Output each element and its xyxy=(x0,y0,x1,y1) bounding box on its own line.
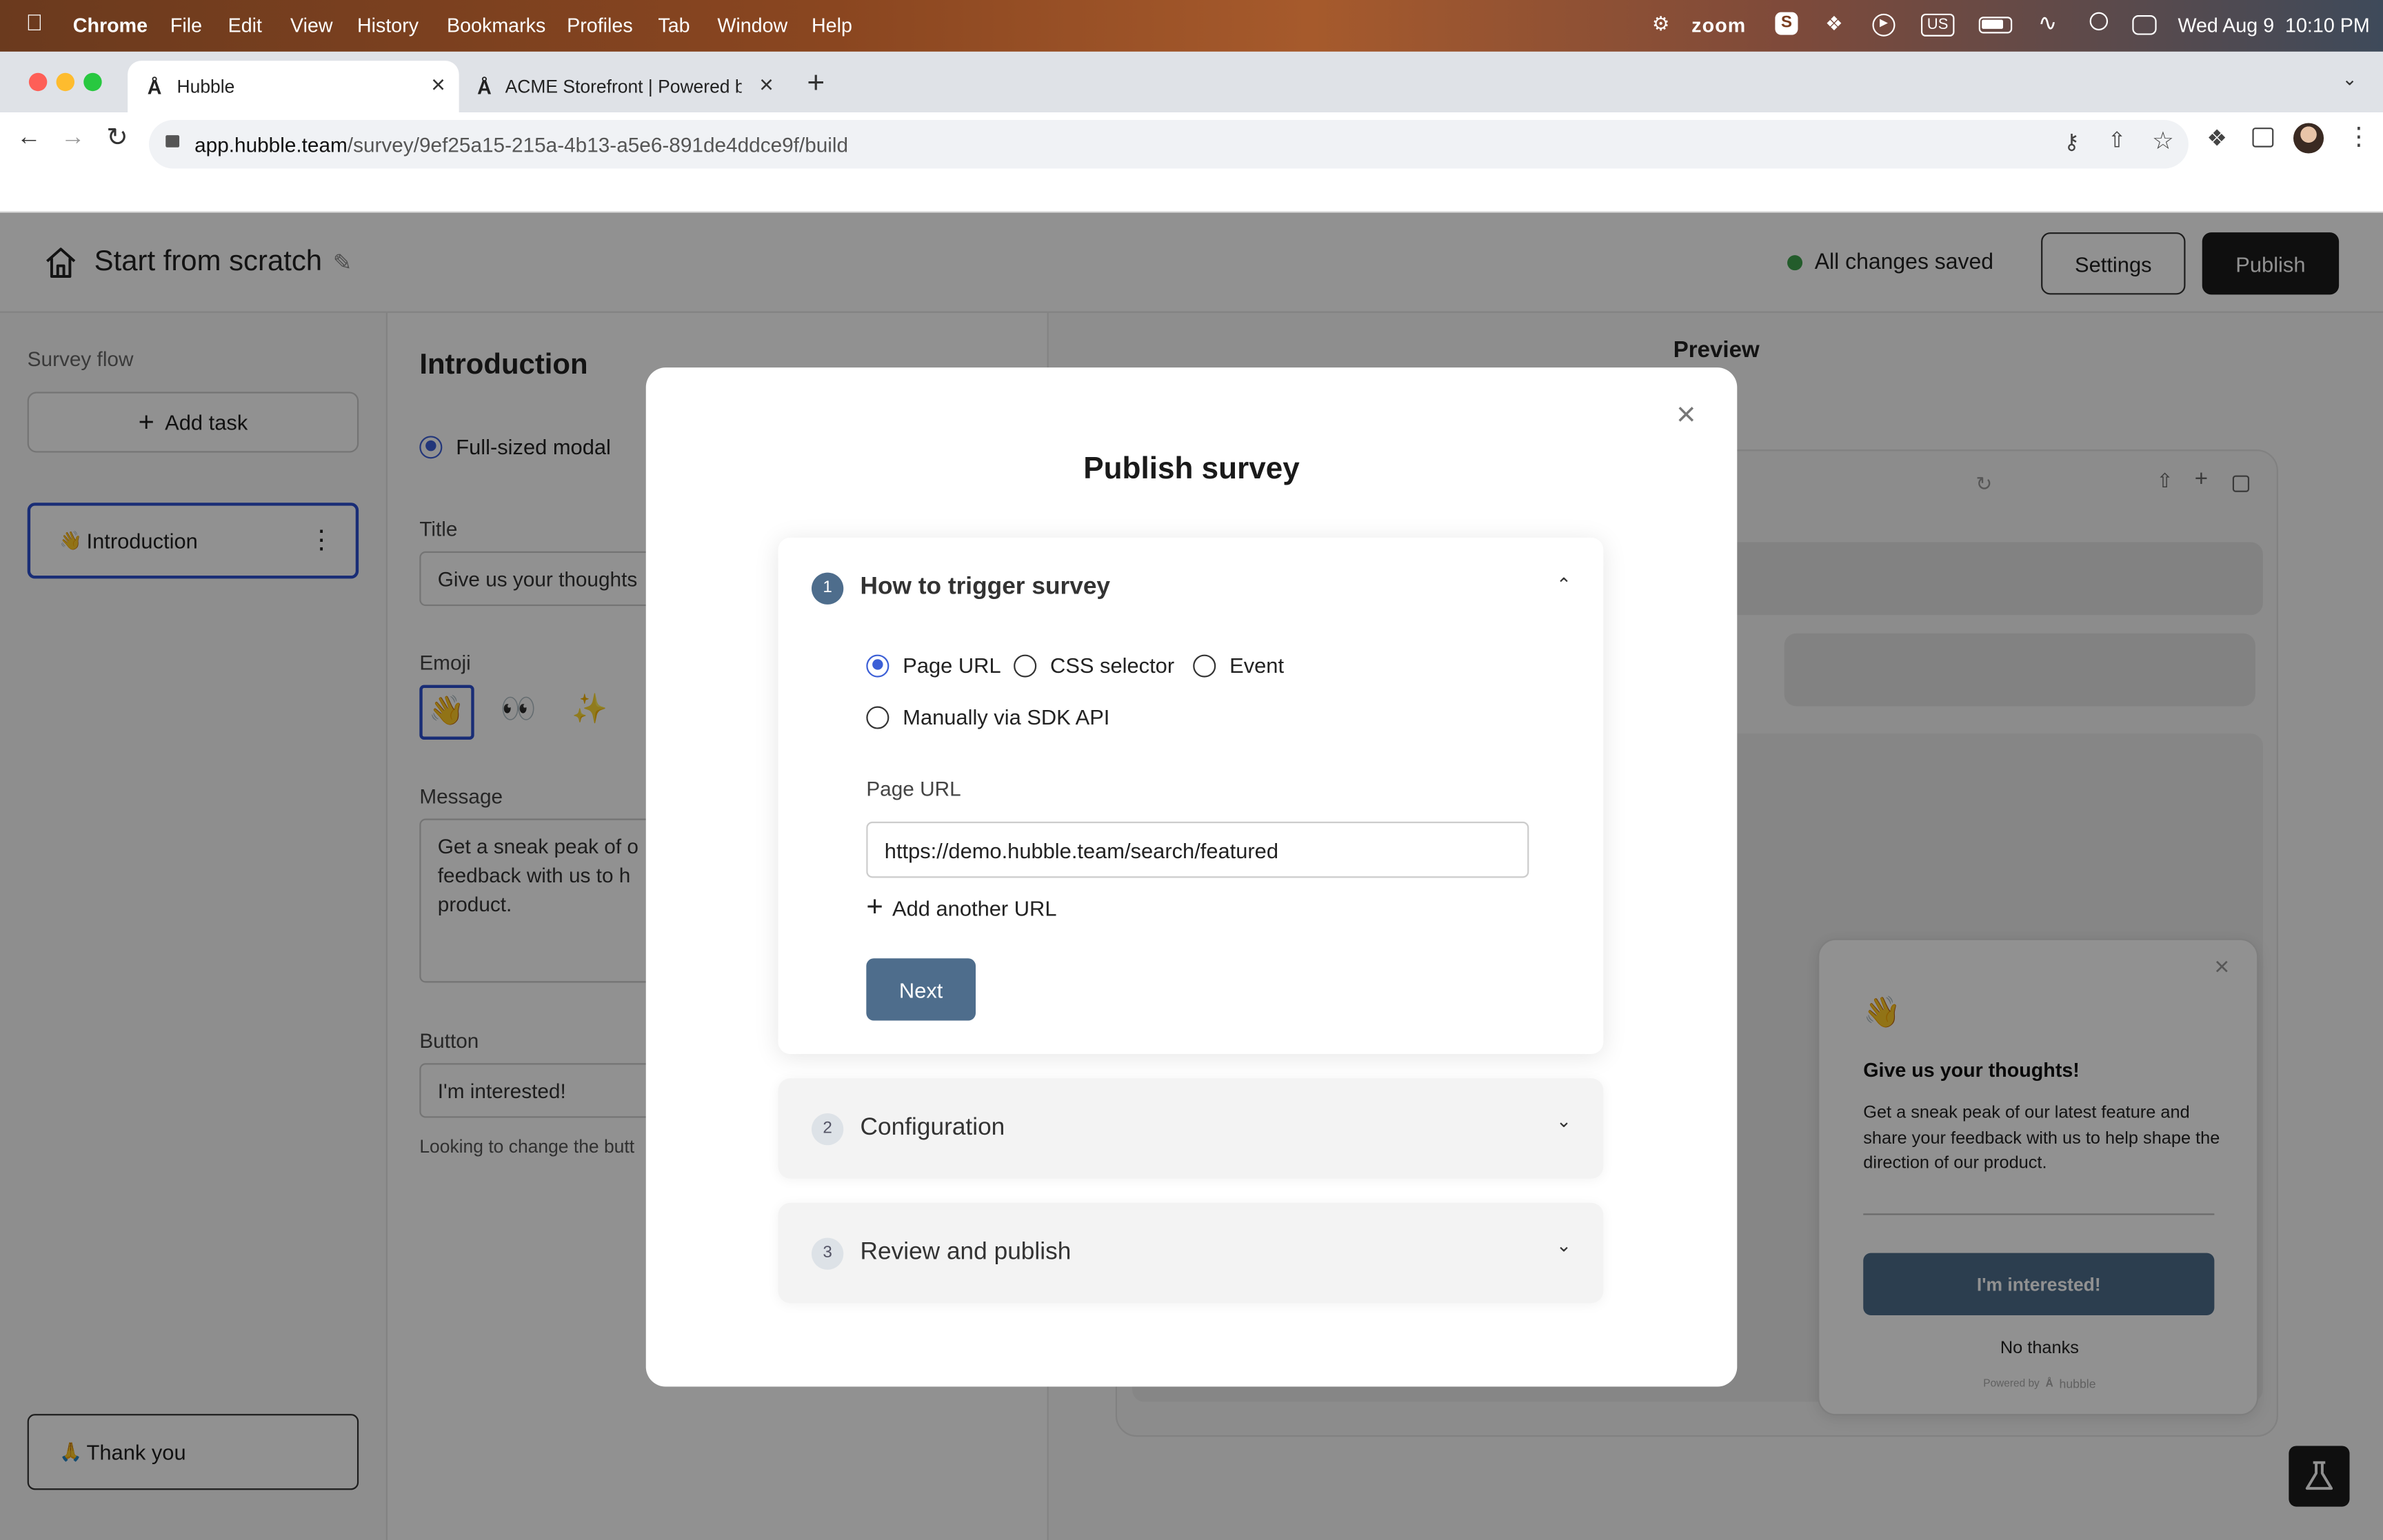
wifi-icon[interactable]: ∿ xyxy=(2038,9,2058,37)
page-url-label: Page URL xyxy=(866,778,961,801)
control-center-icon[interactable] xyxy=(2132,15,2157,35)
menu-bookmarks[interactable]: Bookmarks xyxy=(447,14,545,37)
share-icon[interactable]: ⇧ xyxy=(2108,128,2126,153)
step-title: Configuration xyxy=(860,1115,1005,1141)
window-minimize-button[interactable] xyxy=(56,72,75,92)
modal-close-icon[interactable]: × xyxy=(1676,395,1696,434)
step-number-badge: 1 xyxy=(811,571,844,604)
tab-title: Hubble xyxy=(177,76,235,98)
step-title: How to trigger survey xyxy=(860,574,1111,600)
browser-toolbar: ← → ↻ app.hubble.team/survey/9ef25a15-21… xyxy=(0,112,2383,213)
step-configuration-header[interactable]: 2 Configuration ⌄ xyxy=(811,1111,1571,1147)
menu-file[interactable]: File xyxy=(170,14,202,37)
lock-icon xyxy=(165,135,180,148)
step-configuration-card[interactable]: 2 Configuration ⌄ xyxy=(778,1078,1604,1179)
browser-menu-icon[interactable]: ⋮ xyxy=(2346,121,2371,152)
url-host: app.hubble.team xyxy=(194,132,348,156)
add-url-label: Add another URL xyxy=(892,895,1057,921)
trigger-option-page-url[interactable]: Page URL xyxy=(866,653,1001,678)
step-number-badge: 2 xyxy=(811,1112,844,1145)
macos-menubar:  Chrome File Edit View History Bookmark… xyxy=(0,0,2383,52)
tab-title: ACME Storefront | Powered by xyxy=(505,76,743,98)
step-number-badge: 3 xyxy=(811,1237,844,1269)
step-review-card[interactable]: 3 Review and publish ⌄ xyxy=(778,1202,1604,1304)
plus-icon: + xyxy=(866,891,883,924)
hubble-favicon-icon: Å xyxy=(147,75,162,99)
trigger-option-label: Event xyxy=(1229,653,1285,678)
menu-help[interactable]: Help xyxy=(812,14,852,37)
keyboard-input-source[interactable]: US xyxy=(1920,13,1955,37)
acme-favicon-icon: Å xyxy=(477,75,492,99)
menu-history[interactable]: History xyxy=(357,14,419,37)
zoom-status[interactable]: zoom xyxy=(1691,14,1746,37)
tab-close-icon[interactable]: × xyxy=(431,73,445,101)
sync-icon[interactable]: ⚙ xyxy=(1652,12,1670,37)
tab-search-chevron-icon[interactable]: ⌄ xyxy=(2342,68,2357,90)
tab-close-icon[interactable]: × xyxy=(759,73,774,101)
radio-unselected xyxy=(866,705,889,729)
step-review-header[interactable]: 3 Review and publish ⌄ xyxy=(811,1235,1571,1271)
next-button[interactable]: Next xyxy=(866,958,976,1021)
step-trigger-header[interactable]: 1 How to trigger survey ⌃ xyxy=(811,569,1571,606)
reload-icon[interactable]: ↻ xyxy=(106,123,128,153)
play-icon[interactable]: ▶ xyxy=(1872,13,1896,37)
back-arrow-icon[interactable]: ← xyxy=(17,125,41,152)
radio-selected xyxy=(866,654,889,677)
dropbox-icon[interactable]: ❖ xyxy=(1825,12,1843,37)
spotlight-search-icon[interactable] xyxy=(2089,12,2109,31)
radio-unselected xyxy=(1014,654,1037,677)
browser-tab-hubble[interactable]: Å Hubble × xyxy=(128,61,459,113)
chevron-down-icon[interactable]: ⌄ xyxy=(1556,1235,1571,1256)
forward-arrow-icon[interactable]: → xyxy=(61,125,85,152)
browser-tab-acme[interactable]: Å ACME Storefront | Powered by × xyxy=(461,61,787,112)
new-tab-icon[interactable]: + xyxy=(807,67,825,102)
menu-tab[interactable]: Tab xyxy=(658,14,690,37)
trigger-option-label: Manually via SDK API xyxy=(903,705,1110,729)
chevron-down-icon[interactable]: ⌄ xyxy=(1556,1111,1571,1132)
step-trigger-card: 1 How to trigger survey ⌃ Page URL CSS s… xyxy=(778,537,1604,1055)
extensions-puzzle-icon[interactable]: ❖ xyxy=(2206,125,2227,152)
menu-app-name[interactable]: Chrome xyxy=(73,14,148,37)
side-panel-icon[interactable] xyxy=(2252,128,2274,148)
address-bar[interactable]: app.hubble.team/survey/9ef25a15-215a-4b1… xyxy=(149,120,2189,169)
browser-tab-strip: Å Hubble × Å ACME Storefront | Powered b… xyxy=(0,51,2383,113)
apple-icon[interactable]:  xyxy=(26,10,43,36)
menubar-clock[interactable]: Wed Aug 9 10:10 PM xyxy=(2178,14,2369,37)
menu-view[interactable]: View xyxy=(290,14,333,37)
publish-survey-modal: × Publish survey 1 How to trigger survey… xyxy=(645,367,1738,1387)
page-url-input[interactable]: https://demo.hubble.team/search/featured xyxy=(866,821,1529,878)
battery-icon[interactable] xyxy=(1978,17,2013,34)
bookmark-star-icon[interactable]: ☆ xyxy=(2152,126,2174,156)
window-zoom-button[interactable] xyxy=(83,72,102,92)
profile-avatar[interactable] xyxy=(2293,123,2324,154)
menu-profiles[interactable]: Profiles xyxy=(567,14,633,37)
menu-edit[interactable]: Edit xyxy=(228,14,262,37)
chevron-up-icon[interactable]: ⌃ xyxy=(1556,574,1571,596)
trigger-option-label: Page URL xyxy=(903,653,1001,678)
trigger-option-css-selector[interactable]: CSS selector xyxy=(1014,653,1175,678)
trigger-option-event[interactable]: Event xyxy=(1193,653,1285,678)
password-key-icon[interactable]: ⚷ xyxy=(2064,129,2080,154)
trigger-option-sdk-api[interactable]: Manually via SDK API xyxy=(866,705,1109,729)
radio-unselected xyxy=(1193,654,1216,677)
modal-title: Publish survey xyxy=(1083,452,1300,487)
skype-icon[interactable]: S xyxy=(1775,12,1798,35)
url-path: /survey/9ef25a15-215a-4b13-a5e6-891de4dd… xyxy=(347,132,849,156)
step-title: Review and publish xyxy=(860,1239,1072,1266)
trigger-option-label: CSS selector xyxy=(1050,653,1175,678)
window-close-button[interactable] xyxy=(28,72,48,92)
add-another-url-button[interactable]: + Add another URL xyxy=(866,891,1057,924)
menu-window[interactable]: Window xyxy=(717,14,787,37)
